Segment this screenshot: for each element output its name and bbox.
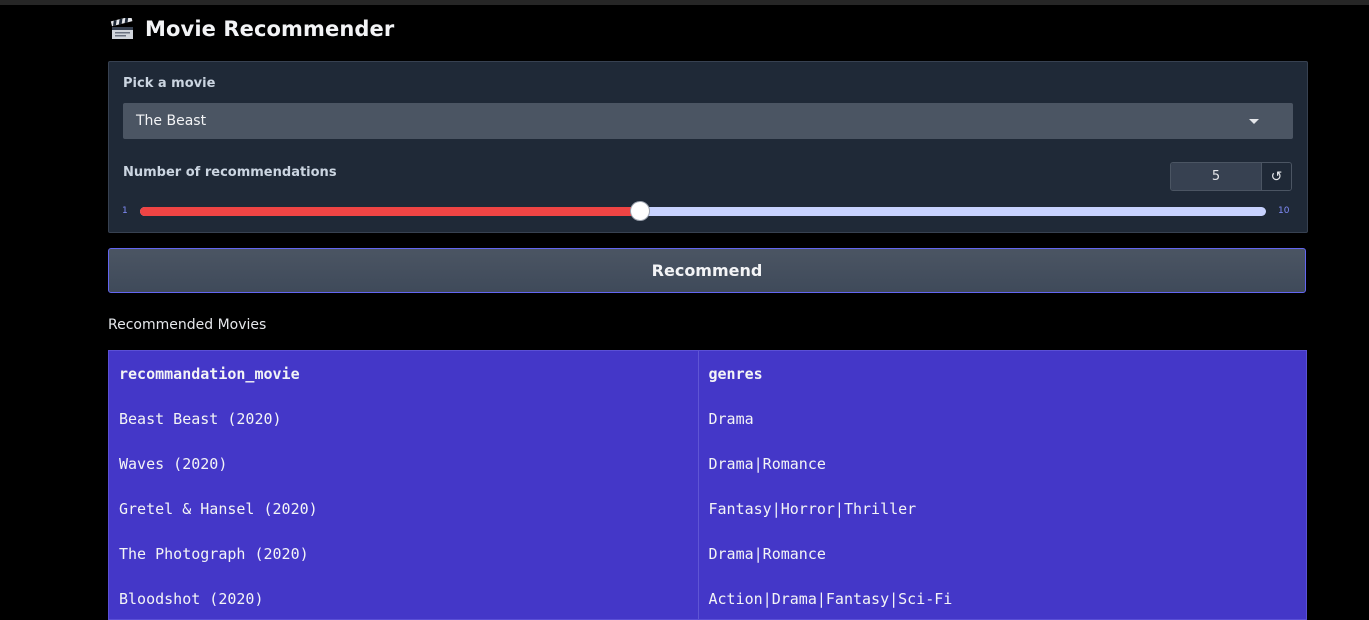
table-row: Beast Beast (2020) Drama xyxy=(109,396,1306,441)
table-row: The Photograph (2020) Drama|Romance xyxy=(109,531,1306,576)
recommendations-count-label: Number of recommendations xyxy=(123,165,337,180)
clapperboard-icon xyxy=(110,18,133,39)
results-table-grid: recommandation_movie genres Beast Beast … xyxy=(109,351,1306,619)
page-title: Movie Recommender xyxy=(145,17,395,41)
app-page: Movie Recommender Pick a movie The Beast… xyxy=(0,0,1369,620)
movie-cell[interactable]: The Photograph (2020) xyxy=(109,531,699,576)
results-table: recommandation_movie genres Beast Beast … xyxy=(108,350,1307,620)
recommendations-slider[interactable] xyxy=(140,201,1266,221)
slider-max-label: 10 xyxy=(1278,206,1290,216)
genres-cell[interactable]: Action|Drama|Fantasy|Sci-Fi xyxy=(698,576,1306,619)
movie-cell[interactable]: Gretel & Hansel (2020) xyxy=(109,486,699,531)
slider-handle[interactable] xyxy=(630,201,651,221)
controls-panel: Pick a movie The Beast Number of recomme… xyxy=(108,61,1308,233)
chevron-down-icon[interactable] xyxy=(1249,119,1259,124)
top-border xyxy=(0,0,1369,5)
genres-cell[interactable]: Fantasy|Horror|Thriller xyxy=(698,486,1306,531)
genres-cell[interactable]: Drama|Romance xyxy=(698,531,1306,576)
genres-cell[interactable]: Drama|Romance xyxy=(698,441,1306,486)
results-label: Recommended Movies xyxy=(108,317,267,333)
movie-select-label: Pick a movie xyxy=(123,76,216,91)
recommend-button[interactable]: Recommend xyxy=(108,248,1306,293)
table-row: Bloodshot (2020) Action|Drama|Fantasy|Sc… xyxy=(109,576,1306,619)
movie-select-value: The Beast xyxy=(136,113,207,129)
table-row: Waves (2020) Drama|Romance xyxy=(109,441,1306,486)
movie-cell[interactable]: Waves (2020) xyxy=(109,441,699,486)
header: Movie Recommender xyxy=(110,14,394,44)
slider-min-label: 1 xyxy=(122,206,128,216)
table-row: Gretel & Hansel (2020) Fantasy|Horror|Th… xyxy=(109,486,1306,531)
column-header-movie[interactable]: recommandation_movie xyxy=(109,351,699,396)
genres-cell[interactable]: Drama xyxy=(698,396,1306,441)
movie-cell[interactable]: Beast Beast (2020) xyxy=(109,396,699,441)
column-header-genres[interactable]: genres xyxy=(698,351,1306,396)
recommendations-count-box: 5 ↺ xyxy=(1170,162,1292,191)
table-header-row: recommandation_movie genres xyxy=(109,351,1306,396)
movie-cell[interactable]: Bloodshot (2020) xyxy=(109,576,699,619)
reset-icon[interactable]: ↺ xyxy=(1261,163,1291,190)
recommendations-count-input[interactable]: 5 xyxy=(1171,163,1261,190)
slider-fill xyxy=(140,207,641,216)
movie-select[interactable]: The Beast xyxy=(123,103,1293,139)
